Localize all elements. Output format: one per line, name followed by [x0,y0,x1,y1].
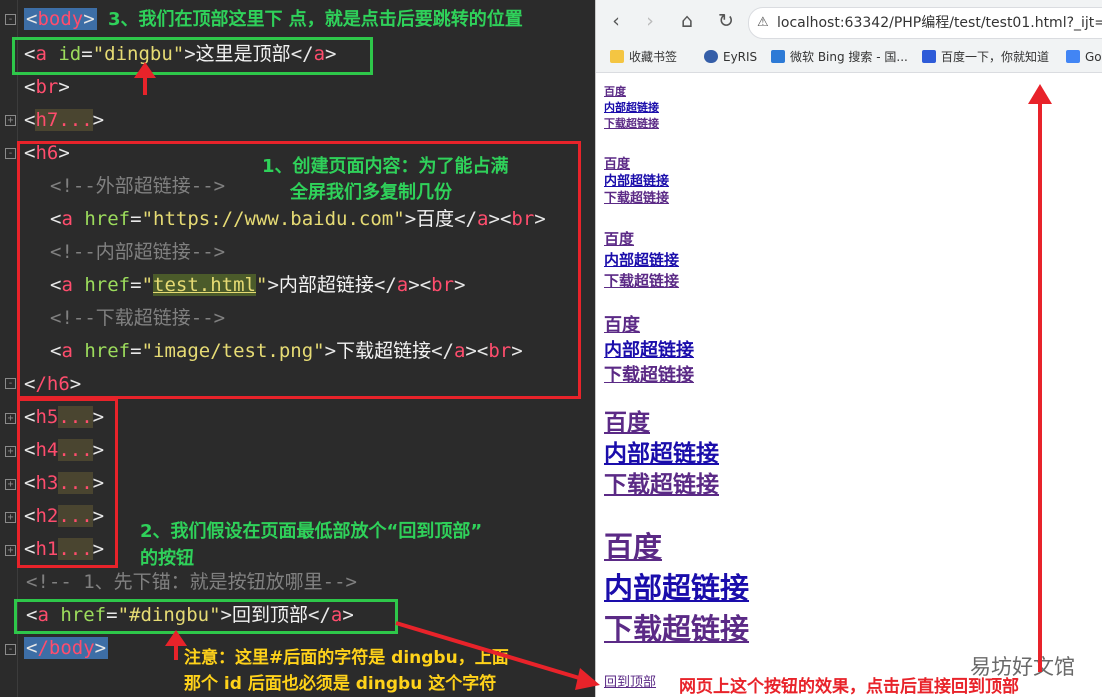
link-internal[interactable]: 内部超链接 [604,100,659,116]
link-internal[interactable]: 内部超链接 [604,568,749,609]
fold-marker[interactable]: + [5,479,16,490]
bookmark-label: EyRIS [723,50,758,64]
highlight-box-anchor-id [12,37,373,75]
link-baidu[interactable]: 百度 [604,84,659,100]
link-internal[interactable]: 内部超链接 [604,338,694,363]
fold-marker[interactable]: + [5,413,16,424]
bookmark-item[interactable]: 微软 Bing 搜索 - 国... [771,42,908,72]
fold-marker[interactable]: - [5,148,16,159]
annotation-effect-note: 网页上这个按钮的效果，点击后直接回到顶部 [679,677,1019,697]
bing-icon [771,50,785,63]
annotation-note-2b: 的按钮 [140,548,194,569]
bookmark-item[interactable]: Go [1066,42,1102,72]
tag-name: /body [37,637,95,659]
forward-icon[interactable]: › [638,9,662,33]
fold-marker[interactable]: + [5,512,16,523]
tag-name: body [37,8,84,30]
bookmark-item[interactable]: 百度一下，你就知道 [922,42,1049,72]
browser-toolbar: ‹ › ⌂ ↻ ⚠ localhost:63342/PHP编程/test/tes… [596,0,1102,42]
heading-h2: 百度 内部超链接 下载超链接 [604,408,719,501]
link-download[interactable]: 下载超链接 [604,116,659,132]
bookmark-label: 微软 Bing 搜索 - 国... [790,50,908,64]
browser-window: ‹ › ⌂ ↻ ⚠ localhost:63342/PHP编程/test/tes… [595,0,1102,697]
link-download[interactable]: 下载超链接 [604,271,679,292]
heading-h1: 百度 内部超链接 下载超链接 [604,527,749,650]
address-bar[interactable]: ⚠ localhost:63342/PHP编程/test/test01.html… [748,7,1102,39]
code-line-h7[interactable]: <h7...> [24,104,104,137]
highlight-box-content [17,141,581,399]
back-to-top-link[interactable]: 回到顶部 [604,671,656,690]
link-baidu[interactable]: 百度 [604,527,749,568]
fold-marker[interactable]: + [5,545,16,556]
code-line-br[interactable]: <br> [24,71,70,104]
annotation-caution-a: 注意：这里#后面的字符是 dingbu，上面 [184,648,509,668]
bookmark-item[interactable]: EyRIS [704,42,757,72]
eyris-icon [704,50,718,63]
code-line-body-open[interactable]: <body> [24,3,97,36]
fold-marker[interactable]: + [5,446,16,457]
reload-icon[interactable]: ↻ [714,9,738,33]
folder-icon [610,50,624,63]
bookmark-label: 百度一下，你就知道 [941,50,1050,64]
baidu-icon [922,50,936,63]
comment-text: <!-- 1、先下锚：就是按钮放哪里--> [26,571,357,593]
bookmarks-bar: 收藏书签 EyRIS 微软 Bing 搜索 - 国... 百度一下，你就知道 G… [596,42,1102,73]
heading-h5: 百度 内部超链接 下载超链接 [604,156,669,207]
highlight-box-headings [17,398,118,568]
code-comment[interactable]: <!-- 1、先下锚：就是按钮放哪里--> [26,566,357,599]
collapsed-marker[interactable]: ... [58,109,92,131]
heading-h6: 百度 内部超链接 下载超链接 [604,84,659,132]
highlight-box-back-to-top [14,599,398,634]
code-editor[interactable]: - + - - + + + + + - <body> <a id="dingbu… [0,0,595,697]
link-download[interactable]: 下载超链接 [604,609,749,650]
code-line-body-close[interactable]: </body> [24,632,109,665]
heading-h3: 百度 内部超链接 下载超链接 [604,313,694,388]
fold-marker[interactable]: - [5,378,16,389]
link-download[interactable]: 下载超链接 [604,190,669,207]
back-icon[interactable]: ‹ [604,9,628,33]
home-icon[interactable]: ⌂ [675,9,699,33]
link-internal[interactable]: 内部超链接 [604,173,669,190]
link-baidu[interactable]: 百度 [604,156,669,173]
annotation-note-1a: 1、创建页面内容：为了能占满 [262,156,509,177]
link-baidu[interactable]: 百度 [604,408,719,439]
fold-marker[interactable]: + [5,115,16,126]
annotation-caution-b: 那个 id 后面也必须是 dingbu 这个字符 [184,674,497,694]
bookmark-label: Go [1085,50,1102,64]
annotation-note-3: 3、我们在顶部这里下 点，就是点击后要跳转的位置 [108,9,523,30]
fold-marker[interactable]: - [5,14,16,25]
bookmark-label: 收藏书签 [629,50,678,64]
tag-name: h7 [35,109,59,131]
annotation-note-1b: 全屏我们多复制几份 [290,182,452,203]
link-download[interactable]: 下载超链接 [604,363,694,388]
google-icon [1066,50,1080,63]
link-baidu[interactable]: 百度 [604,229,679,250]
info-icon[interactable]: ⚠ [757,15,769,30]
heading-h4: 百度 内部超链接 下载超链接 [604,229,679,292]
link-download[interactable]: 下载超链接 [604,470,719,501]
link-internal[interactable]: 内部超链接 [604,250,679,271]
link-internal[interactable]: 内部超链接 [604,439,719,470]
annotation-note-2a: 2、我们假设在页面最低部放个“回到顶部” [140,521,483,542]
fold-marker[interactable]: - [5,644,16,655]
bookmark-item[interactable]: 收藏书签 [610,42,677,72]
link-baidu[interactable]: 百度 [604,313,694,338]
url-text: localhost:63342/PHP编程/test/test01.html?_… [777,15,1102,31]
tag-name: br [35,76,59,98]
